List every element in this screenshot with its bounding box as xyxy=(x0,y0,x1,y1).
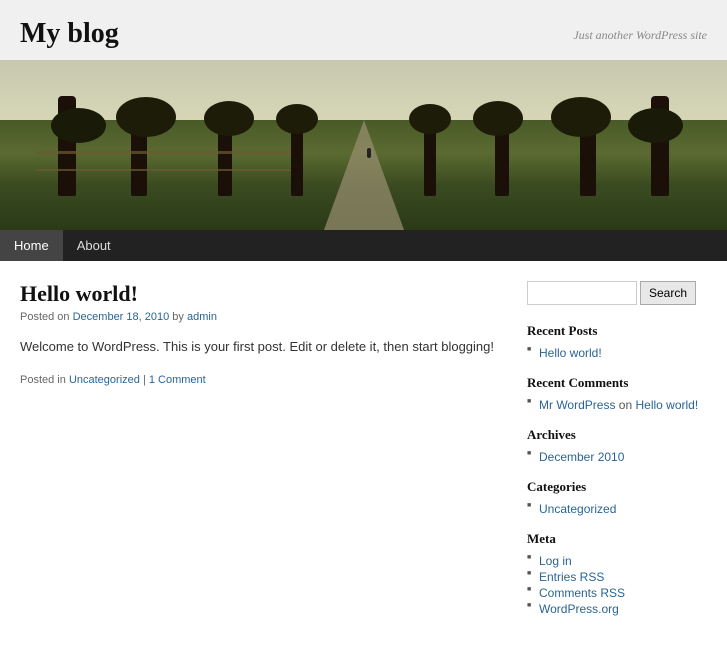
search-box: Search xyxy=(527,281,707,305)
meta-list: Log in Entries RSS Comments RSS WordPres… xyxy=(527,553,707,617)
list-item: December 2010 xyxy=(527,449,707,465)
post-body: Welcome to WordPress. This is your first… xyxy=(20,337,497,358)
categories-title: Categories xyxy=(527,479,707,495)
main-content: Hello world! Posted on December 18, 2010… xyxy=(20,281,527,631)
search-input[interactable] xyxy=(527,281,637,305)
categories-list: Uncategorized xyxy=(527,501,707,517)
recent-comments-list: Mr WordPress on Hello world! xyxy=(527,397,707,413)
recent-comments-title: Recent Comments xyxy=(527,375,707,391)
recent-posts-list: Hello world! xyxy=(527,345,707,361)
sidebar: Search Recent Posts Hello world! Recent … xyxy=(527,281,707,631)
meta-entries-rss-link[interactable]: Entries RSS xyxy=(539,570,604,584)
post-date-link[interactable]: December 18, 2010 xyxy=(73,311,170,323)
archive-link[interactable]: December 2010 xyxy=(539,450,624,464)
list-item: Log in xyxy=(527,553,707,569)
search-button[interactable]: Search xyxy=(640,281,696,305)
fence-decoration xyxy=(36,151,290,171)
meta-comments-rss-link[interactable]: Comments RSS xyxy=(539,586,625,600)
post-comments-link[interactable]: 1 Comment xyxy=(149,374,206,386)
recent-posts-title: Recent Posts xyxy=(527,323,707,339)
post-category-link[interactable]: Uncategorized xyxy=(69,374,140,386)
meta-login-link[interactable]: Log in xyxy=(539,554,572,568)
post-meta: Posted on December 18, 2010 by admin xyxy=(20,311,497,323)
comment-author-link[interactable]: Mr WordPress xyxy=(539,398,615,412)
list-item: Mr WordPress on Hello world! xyxy=(527,397,707,413)
archives-title: Archives xyxy=(527,427,707,443)
post-footer: Posted in Uncategorized | 1 Comment xyxy=(20,374,497,386)
post-title: Hello world! xyxy=(20,281,497,307)
nav-item-about[interactable]: About xyxy=(63,230,125,261)
category-link[interactable]: Uncategorized xyxy=(539,502,616,516)
archives-list: December 2010 xyxy=(527,449,707,465)
comment-post-link[interactable]: Hello world! xyxy=(636,398,699,412)
list-item: WordPress.org xyxy=(527,601,707,617)
site-title: My blog xyxy=(20,18,119,50)
hero-image xyxy=(0,60,727,230)
post-author-link[interactable]: admin xyxy=(187,311,217,323)
recent-post-link[interactable]: Hello world! xyxy=(539,346,602,360)
list-item: Entries RSS xyxy=(527,569,707,585)
tagline: Just another WordPress site xyxy=(573,28,707,43)
main-nav: Home About xyxy=(0,230,727,261)
list-item: Hello world! xyxy=(527,345,707,361)
list-item: Comments RSS xyxy=(527,585,707,601)
list-item: Uncategorized xyxy=(527,501,707,517)
nav-item-home[interactable]: Home xyxy=(0,230,63,261)
meta-wordpress-link[interactable]: WordPress.org xyxy=(539,602,619,616)
